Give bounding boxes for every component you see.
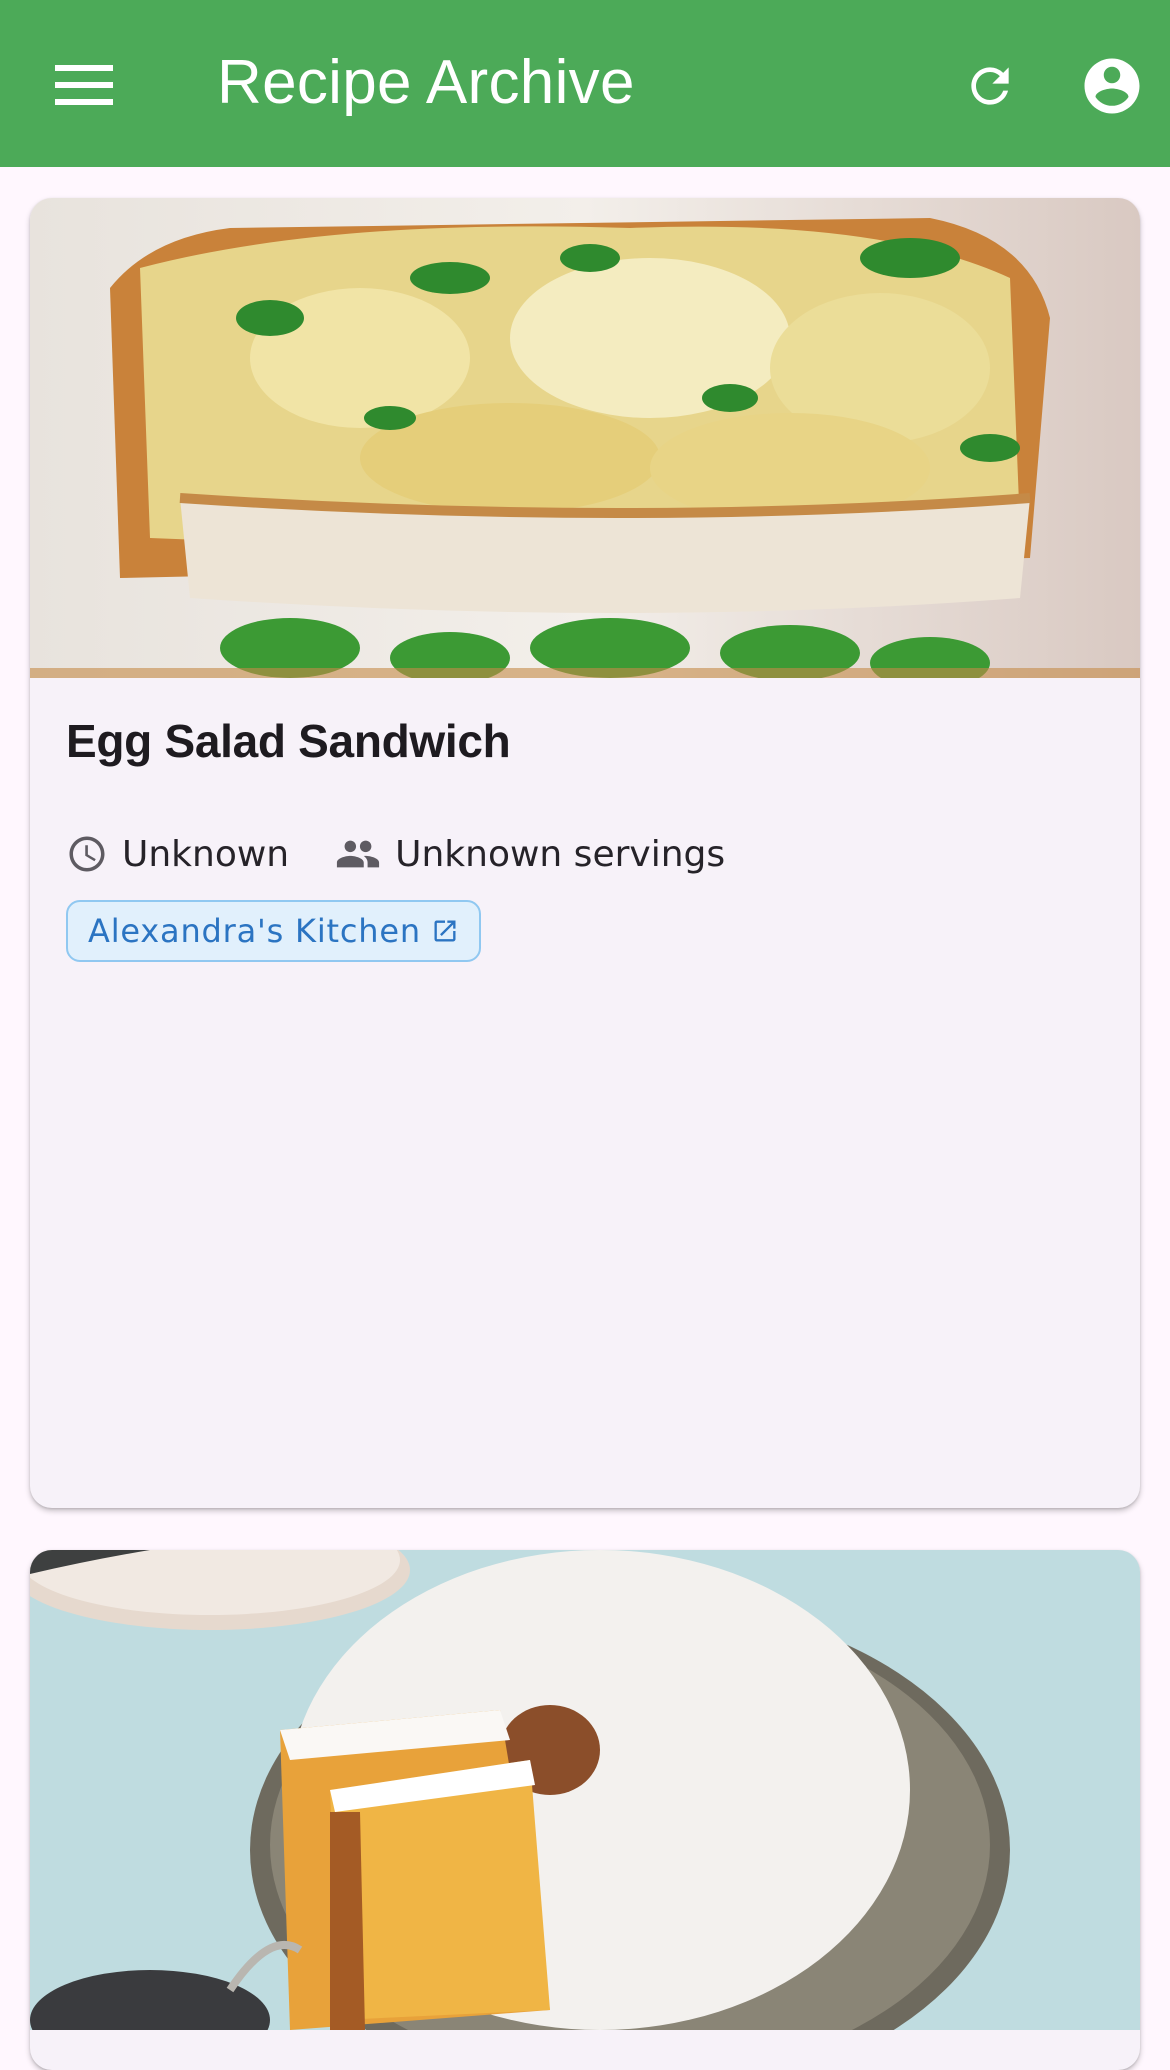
clock-icon (69, 836, 105, 872)
recipe-meta: Unknown Unknown servings (66, 826, 725, 882)
people-icon (337, 840, 380, 868)
app-bar: Recipe Archive (0, 0, 1170, 167)
recipe-time: Unknown (66, 833, 289, 875)
account-button[interactable] (1070, 44, 1154, 128)
account-circle-icon (1084, 58, 1140, 114)
recipe-source-chip[interactable]: Alexandra's Kitchen (66, 900, 481, 962)
refresh-icon (971, 67, 1009, 105)
recipe-image[interactable] (30, 198, 1140, 678)
recipe-time-value: Unknown (122, 833, 290, 875)
recipe-card[interactable] (30, 1550, 1140, 2070)
recipe-servings-value: Unknown servings (395, 833, 726, 875)
recipe-source-label: Alexandra's Kitchen (88, 912, 421, 950)
recipe-servings: Unknown servings (335, 831, 725, 877)
refresh-button[interactable] (952, 48, 1028, 124)
recipe-image[interactable] (30, 1550, 1140, 2030)
menu-icon (55, 65, 113, 105)
open-in-new-icon (434, 920, 456, 942)
menu-button[interactable] (44, 50, 124, 120)
recipe-card[interactable]: Egg Salad Sandwich Unknown Unknown servi… (30, 198, 1140, 1508)
app-title: Recipe Archive (217, 48, 635, 117)
recipe-title: Egg Salad Sandwich (66, 715, 511, 767)
